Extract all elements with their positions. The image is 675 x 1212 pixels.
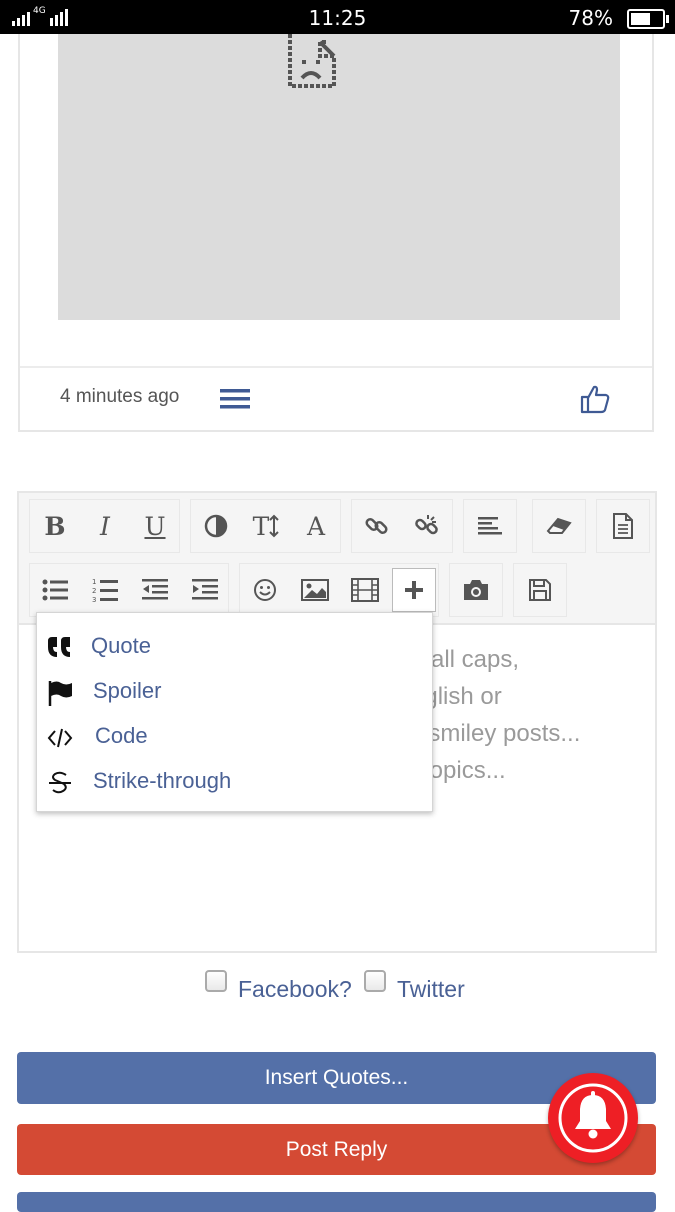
list-group: 1 2 3 xyxy=(29,563,229,617)
menu-item-label: Strike-through xyxy=(93,768,232,793)
facebook-label[interactable]: Facebook? xyxy=(238,976,352,1003)
text-size-button[interactable]: T xyxy=(241,500,291,552)
menu-item-label: Quote xyxy=(91,633,151,658)
strikethrough-icon xyxy=(49,771,71,794)
eraser-group xyxy=(532,499,586,553)
font-color-button[interactable]: A xyxy=(291,500,341,552)
outdent-icon xyxy=(142,579,168,600)
post-card: 4 minutes ago xyxy=(18,34,654,432)
quote-icon xyxy=(48,637,70,657)
align-icon xyxy=(478,517,502,535)
link-button[interactable] xyxy=(352,500,402,552)
save-group xyxy=(513,563,567,617)
menu-item-label: Code xyxy=(95,723,148,748)
menu-item-code[interactable]: Code xyxy=(37,715,432,760)
camera-group xyxy=(449,563,503,617)
indent-button[interactable] xyxy=(180,564,230,616)
post-timestamp: 4 minutes ago xyxy=(60,386,180,407)
more-insert-button[interactable] xyxy=(392,568,436,612)
contrast-button[interactable] xyxy=(191,500,241,552)
italic-icon: I xyxy=(100,511,110,541)
smiley-button[interactable] xyxy=(240,564,290,616)
bottom-button[interactable] xyxy=(17,1192,656,1212)
source-button[interactable] xyxy=(597,500,649,552)
image-icon xyxy=(301,579,329,601)
underline-button[interactable]: U xyxy=(130,500,180,552)
facebook-checkbox[interactable] xyxy=(205,970,227,992)
camera-button[interactable] xyxy=(450,564,502,616)
unlink-button[interactable] xyxy=(402,500,452,552)
menu-item-label: Spoiler xyxy=(93,678,162,703)
link-icon xyxy=(365,517,388,535)
placeholder-line: ll smiley posts... xyxy=(411,720,581,747)
like-icon[interactable] xyxy=(580,384,610,414)
plus-icon xyxy=(405,581,423,599)
eraser-icon xyxy=(546,517,572,534)
smiley-icon xyxy=(254,579,276,601)
save-icon xyxy=(529,579,551,601)
post-footer: 4 minutes ago xyxy=(20,366,652,432)
battery-icon xyxy=(627,9,669,29)
indent-icon xyxy=(192,579,218,600)
insert-dropdown-menu: Quote Spoiler Code Strike-through xyxy=(36,612,433,812)
text-size-icon: T xyxy=(252,511,270,541)
video-button[interactable] xyxy=(340,564,390,616)
insert-group xyxy=(239,563,439,617)
link-group xyxy=(351,499,453,553)
post-image xyxy=(58,34,620,320)
contrast-icon xyxy=(204,514,228,538)
save-draft-button[interactable] xyxy=(514,564,566,616)
video-icon xyxy=(351,578,379,602)
twitter-checkbox[interactable] xyxy=(364,970,386,992)
bullet-list-icon xyxy=(42,579,68,601)
align-group xyxy=(463,499,517,553)
italic-button[interactable]: I xyxy=(80,500,130,552)
menu-item-strikethrough[interactable]: Strike-through xyxy=(37,760,432,805)
underline-icon: U xyxy=(144,511,166,541)
hamburger-menu-icon[interactable] xyxy=(220,388,250,410)
editor-toolbar: B I U T A 1 2 3 xyxy=(19,493,655,625)
bold-icon: B xyxy=(44,511,66,541)
style-group: T A xyxy=(190,499,341,553)
notification-button[interactable] xyxy=(548,1073,638,1163)
outdent-button[interactable] xyxy=(130,564,180,616)
battery-level xyxy=(631,13,651,25)
code-icon xyxy=(47,728,73,748)
svg-text:2: 2 xyxy=(92,587,96,595)
svg-text:1: 1 xyxy=(92,578,96,586)
battery-percent: 78% xyxy=(568,6,613,30)
broken-image-icon xyxy=(288,34,336,88)
size-arrows-icon xyxy=(269,514,280,538)
unlink-icon xyxy=(415,515,438,535)
share-options: Facebook? Twitter xyxy=(0,966,675,1006)
menu-item-spoiler[interactable]: Spoiler xyxy=(37,670,432,715)
status-bar: 4G 11:25 78% xyxy=(0,0,675,34)
document-icon xyxy=(613,513,633,539)
numbered-list-icon: 1 2 3 xyxy=(92,578,118,603)
clear-format-button[interactable] xyxy=(533,500,585,552)
image-button[interactable] xyxy=(290,564,340,616)
numbered-list-button[interactable]: 1 2 3 xyxy=(80,564,130,616)
bell-icon xyxy=(558,1083,628,1153)
twitter-label[interactable]: Twitter xyxy=(397,976,465,1003)
align-button[interactable] xyxy=(464,500,516,552)
menu-item-quote[interactable]: Quote xyxy=(37,625,432,670)
camera-icon xyxy=(464,580,488,600)
document-group xyxy=(596,499,650,553)
flag-icon xyxy=(48,681,72,706)
svg-text:3: 3 xyxy=(92,596,96,603)
format-group: B I U xyxy=(29,499,180,553)
bullet-list-button[interactable] xyxy=(30,564,80,616)
bold-button[interactable]: B xyxy=(30,500,80,552)
font-color-icon: A xyxy=(306,511,326,541)
